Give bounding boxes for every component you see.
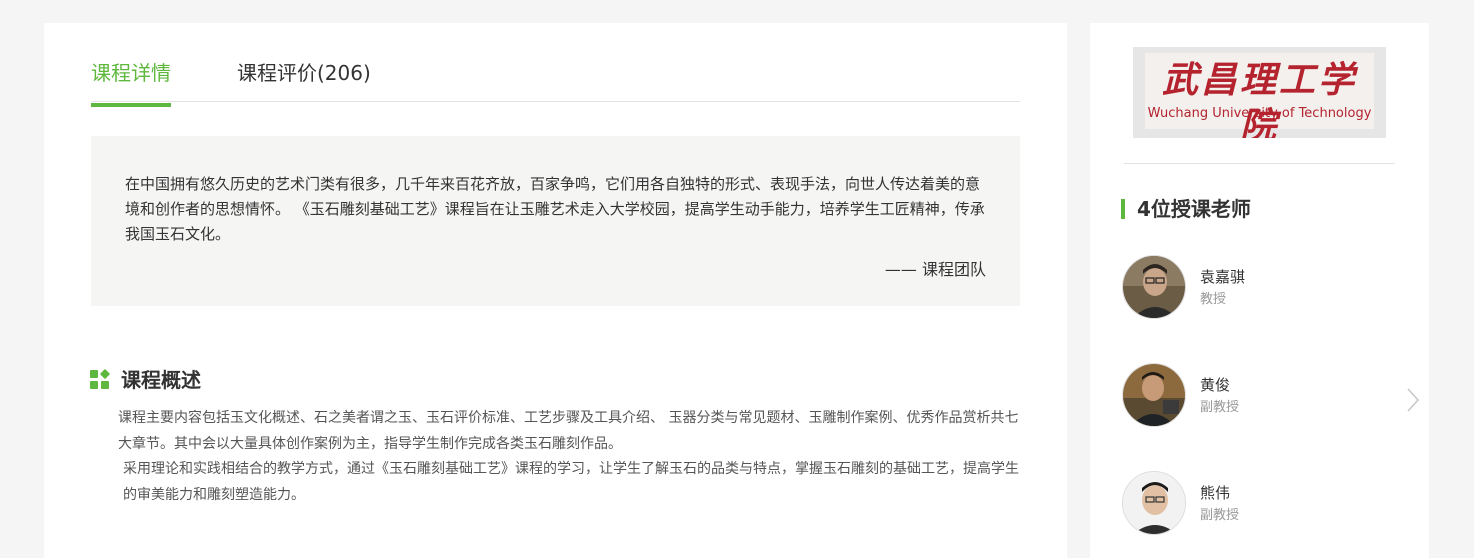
overview-body: 课程主要内容包括玉文化概述、石之美者谓之玉、玉石评价标准、工艺步骤及工具介绍、 … — [90, 406, 1024, 508]
chevron-right-icon[interactable] — [1405, 387, 1421, 413]
course-quote-box: 在中国拥有悠久历史的艺术门类有很多，几千年来百花齐放，百家争鸣，它们用各自独特的… — [91, 136, 1020, 306]
course-detail-card: 课程详情 课程评价(206) 在中国拥有悠久历史的艺术门类有很多，几千年来百花齐… — [44, 23, 1067, 558]
teacher-avatar — [1122, 363, 1186, 427]
course-quote-text: 在中国拥有悠久历史的艺术门类有很多，几千年来百花齐放，百家争鸣，它们用各自独特的… — [125, 175, 985, 243]
teacher-item[interactable]: 熊伟 副教授 — [1122, 471, 1382, 537]
sidebar-divider — [1124, 163, 1395, 164]
course-tabs: 课程详情 课程评价(206) — [91, 23, 1020, 107]
teacher-item[interactable]: 袁嘉骐 教授 — [1122, 255, 1382, 321]
teacher-name: 熊伟 — [1200, 484, 1231, 502]
overview-paragraph: 采用理论和实践相结合的教学方式，通过《玉石雕刻基础工艺》课程的学习，让学生了解玉… — [123, 461, 1019, 503]
heading-accent-bar — [1121, 199, 1125, 219]
course-quote-signature: —— 课程团队 — [884, 260, 986, 279]
teacher-item[interactable]: 黄俊 副教授 — [1122, 363, 1382, 429]
person-avatar-icon — [1123, 364, 1185, 426]
person-avatar-icon — [1123, 472, 1185, 534]
teacher-title: 教授 — [1200, 292, 1227, 307]
school-logo-english: Wuchang University of Technology — [1147, 106, 1372, 121]
school-logo[interactable]: 武昌理工学院 Wuchang University of Technology — [1133, 47, 1386, 138]
teacher-sidebar: 武昌理工学院 Wuchang University of Technology … — [1090, 23, 1429, 558]
teachers-title: 4位授课老师 — [1137, 197, 1251, 221]
teacher-avatar — [1122, 471, 1186, 535]
teacher-title: 副教授 — [1200, 508, 1240, 523]
teacher-name: 黄俊 — [1200, 376, 1231, 394]
tab-course-detail[interactable]: 课程详情 — [91, 59, 171, 107]
school-logo-chinese: 武昌理工学院 — [1161, 59, 1357, 138]
teacher-name: 袁嘉骐 — [1200, 268, 1246, 286]
tab-course-review[interactable]: 课程评价(206) — [237, 59, 371, 87]
overview-paragraph: 课程主要内容包括玉文化概述、石之美者谓之玉、玉石评价标准、工艺步骤及工具介绍、 … — [118, 410, 1019, 452]
teacher-avatar — [1122, 255, 1186, 319]
grid-icon — [90, 368, 111, 389]
teacher-title: 副教授 — [1200, 400, 1240, 415]
overview-title: 课程概述 — [121, 368, 201, 392]
person-avatar-icon — [1123, 256, 1185, 318]
